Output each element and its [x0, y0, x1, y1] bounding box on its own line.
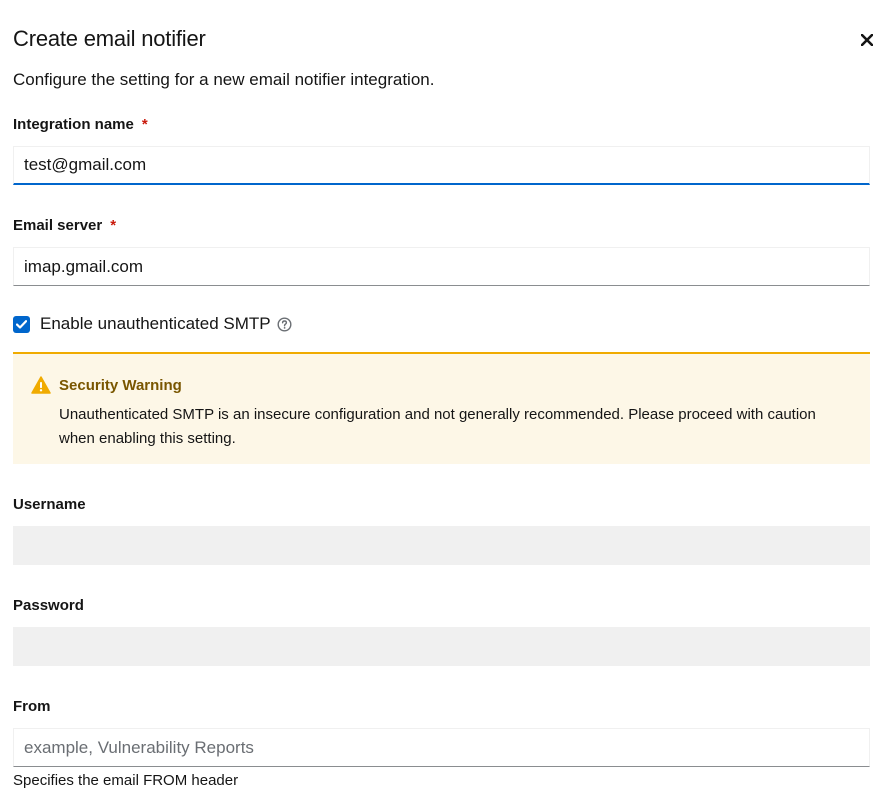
from-label: From: [13, 698, 51, 715]
email-server-label-text: Email server: [13, 217, 103, 234]
from-input[interactable]: [13, 728, 870, 767]
required-marker: *: [141, 116, 148, 133]
password-input[interactable]: [13, 627, 870, 666]
from-helper-text: Specifies the email FROM header: [13, 772, 239, 789]
checkmark-icon: [16, 319, 27, 329]
unauthenticated-smtp-checkbox[interactable]: [13, 315, 30, 333]
close-icon: [861, 34, 873, 46]
warning-triangle-icon: [31, 376, 51, 399]
security-warning-alert: Security Warning Unauthenticated SMTP is…: [13, 352, 870, 464]
email-server-label: Email server *: [13, 217, 116, 234]
create-email-notifier-modal: Create email notifier Configure the sett…: [0, 0, 882, 790]
password-label: Password: [13, 597, 84, 614]
alert-body: Unauthenticated SMTP is an insecure conf…: [59, 406, 816, 447]
close-button[interactable]: [854, 27, 880, 53]
email-server-input[interactable]: [13, 247, 870, 286]
username-input[interactable]: [13, 526, 870, 565]
unauthenticated-smtp-label[interactable]: Enable unauthenticated SMTP: [40, 314, 271, 334]
integration-name-input[interactable]: [13, 146, 870, 185]
required-marker: *: [110, 217, 117, 234]
modal-title: Create email notifier: [13, 26, 206, 51]
question-circle-icon[interactable]: [277, 316, 292, 332]
integration-name-label-text: Integration name: [13, 116, 134, 133]
unauthenticated-smtp-row: Enable unauthenticated SMTP: [13, 314, 292, 334]
username-label: Username: [13, 496, 86, 513]
modal-description: Configure the setting for a new email no…: [13, 70, 435, 89]
integration-name-label: Integration name *: [13, 116, 148, 133]
alert-title: Security Warning: [59, 377, 182, 394]
